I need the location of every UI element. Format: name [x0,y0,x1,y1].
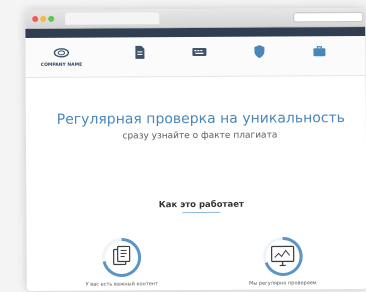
hero-subtitle: сразу узнайте о факте плагиата [122,130,278,142]
minimize-window-button[interactable] [40,15,47,22]
nav-item-3[interactable] [233,43,285,61]
url-field[interactable] [293,11,364,23]
step-2-label: Мы регулярно проверяем [249,280,317,287]
browser-tab[interactable] [65,12,160,25]
close-window-button[interactable] [32,15,39,22]
step-content: У вас есть важный контент [63,234,181,289]
briefcase-icon [313,46,326,57]
title-underline [182,211,221,214]
logo-icon [53,48,70,58]
nav-logo[interactable]: COMPANY NAME [35,45,87,69]
nav-item-2[interactable] [173,44,225,62]
step-2-circle [263,236,303,276]
browser-chrome [25,7,366,30]
shield-icon [254,45,265,59]
step-check: Мы регулярно проверяем [224,233,342,288]
browser-window: COMPANY NAME Регулярная проверка на уник… [25,7,366,292]
how-it-works-title: Как это работает [158,199,244,211]
step-1-label: У вас есть важный контент [85,281,159,288]
main-nav: COMPANY NAME [25,36,366,79]
nav-item-1[interactable] [113,44,165,62]
keyboard-icon [192,47,207,57]
document-icon [135,45,145,59]
nav-item-4[interactable] [293,43,345,61]
hero-title: Регулярная проверка на уникальность [56,110,345,128]
step-1-circle [102,237,142,277]
logo-text: COMPANY NAME [40,62,83,68]
maximize-window-button[interactable] [48,15,55,22]
